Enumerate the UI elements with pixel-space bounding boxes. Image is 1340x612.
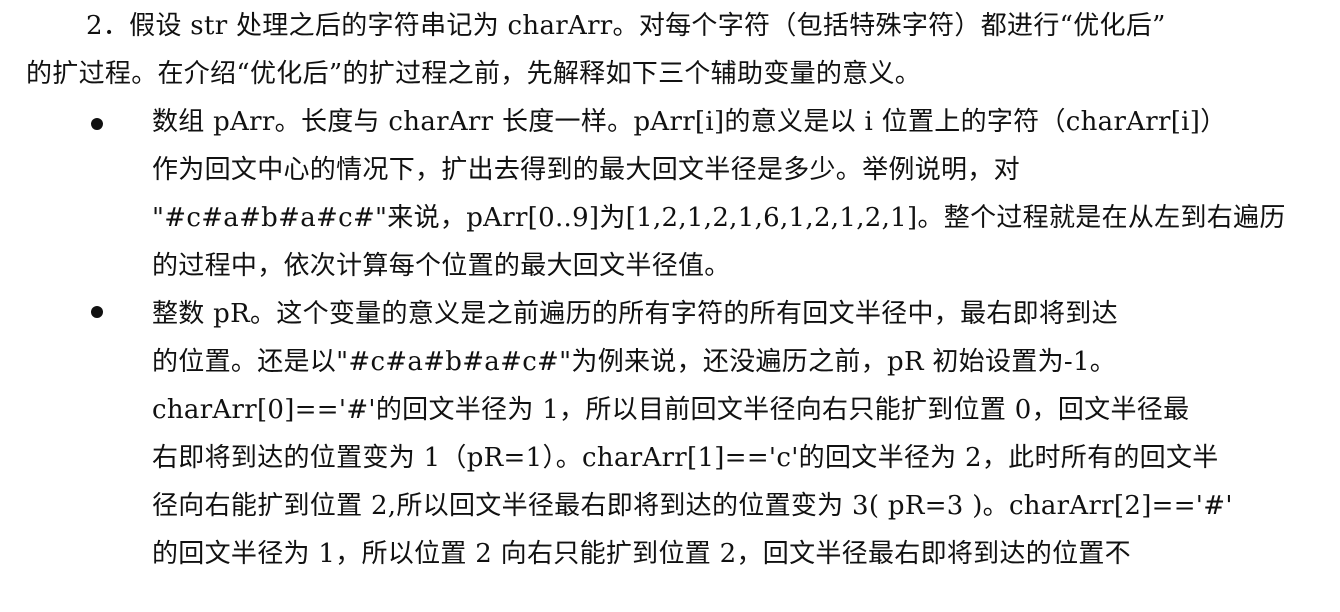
bullet-line: "#c#a#b#a#c#"来说，pArr[0..9]为[1,2,1,2,1,6,…: [152, 203, 1286, 233]
bullet-dot: [91, 118, 103, 130]
bullet-line: 径向右能扩到位置 2,所以回文半径最右即将到达的位置变为 3( pR=3 )。c…: [152, 491, 1233, 521]
paragraph-line: 的扩过程。在介绍“优化后”的扩过程之前，先解释如下三个辅助变量的意义。: [26, 59, 922, 89]
bullet-line: 的位置。还是以"#c#a#b#a#c#"为例来说，还没遍历之前，pR 初始设置为…: [152, 347, 1117, 377]
bullet-line: 整数 pR。这个变量的意义是之前遍历的所有字符的所有回文半径中，最右即将到达: [152, 299, 1118, 329]
bullet-line: 数组 pArr。长度与 charArr 长度一样。pArr[i]的意义是以 i …: [152, 107, 1227, 137]
bullet-line: charArr[0]=='#'的回文半径为 1，所以目前回文半径向右只能扩到位置…: [152, 395, 1190, 425]
bullet-line: 右即将到达的位置变为 1（pR=1）。charArr[1]=='c'的回文半径为…: [152, 443, 1219, 473]
bullet-line: 作为回文中心的情况下，扩出去得到的最大回文半径是多少。举例说明，对: [152, 155, 1020, 185]
bullet-line: 的回文半径为 1，所以位置 2 向右只能扩到位置 2，回文半径最右即将到达的位置…: [152, 539, 1131, 569]
bullet-line: 的过程中，依次计算每个位置的最大回文半径值。: [152, 251, 731, 281]
document-page: 2．假设 str 处理之后的字符串记为 charArr。对每个字符（包括特殊字符…: [0, 0, 1340, 612]
paragraph-line: 2．假设 str 处理之后的字符串记为 charArr。对每个字符（包括特殊字符…: [86, 11, 1166, 41]
bullet-dot: [91, 306, 103, 318]
